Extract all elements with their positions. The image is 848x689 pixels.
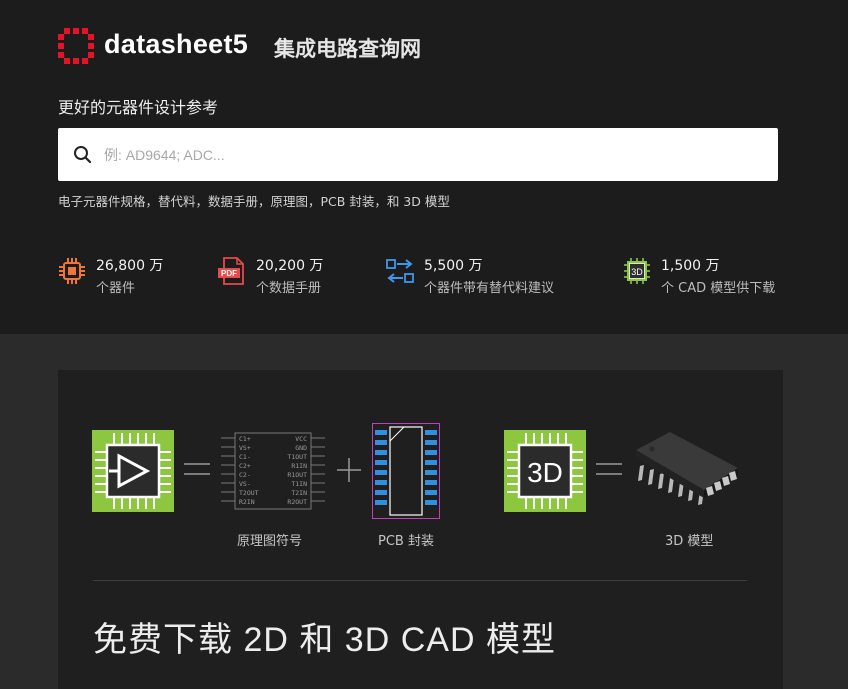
schematic-caption: 原理图符号 bbox=[237, 534, 303, 549]
stat-label: 个器件带有替代料建议 bbox=[424, 281, 555, 296]
stat-number: 1,500 万 bbox=[661, 258, 720, 274]
schematic-symbol-icon: C1+VS+ C1-C2+ C2-VS- T2OUTR2IN VCCGND T1… bbox=[221, 432, 325, 510]
equals-icon bbox=[596, 463, 622, 475]
svg-text:T1OUT: T1OUT bbox=[287, 453, 307, 461]
svg-text:T1IN: T1IN bbox=[291, 480, 307, 488]
pcb-footprint-icon bbox=[372, 423, 440, 519]
stat-label: 个数据手册 bbox=[256, 281, 322, 296]
3d-ic-package-icon bbox=[636, 432, 738, 505]
pcb-caption: PCB 封装 bbox=[378, 534, 434, 549]
swap-icon bbox=[386, 259, 414, 283]
pdf-icon: PDF bbox=[218, 257, 244, 285]
3d-chip-icon: 3D bbox=[504, 430, 586, 512]
section-divider bbox=[93, 580, 747, 581]
stat-alternatives: 5,500 万 个器件带有替代料建议 bbox=[386, 253, 586, 297]
chip-icon bbox=[59, 258, 85, 284]
stat-cad-models: 3D 1,500 万 个 CAD 模型供下载 bbox=[623, 253, 793, 297]
3d-model-caption: 3D 模型 bbox=[665, 534, 714, 549]
svg-text:R1OUT: R1OUT bbox=[287, 471, 307, 479]
search-box[interactable] bbox=[58, 128, 778, 181]
search-icon[interactable] bbox=[72, 144, 94, 166]
svg-text:C1+: C1+ bbox=[239, 435, 251, 443]
svg-text:VS+: VS+ bbox=[239, 444, 251, 452]
stat-number: 5,500 万 bbox=[424, 258, 483, 274]
tagline: 更好的元器件设计参考 bbox=[58, 98, 219, 117]
datasheet5-logo-icon[interactable] bbox=[58, 28, 94, 64]
amplifier-chip-icon bbox=[92, 430, 174, 512]
svg-text:GND: GND bbox=[295, 444, 307, 452]
equals-icon bbox=[184, 463, 210, 475]
svg-text:C1-: C1- bbox=[239, 453, 251, 461]
svg-text:T2OUT: T2OUT bbox=[239, 489, 259, 497]
brand-subtitle: 集成电路查询网 bbox=[274, 37, 421, 61]
search-input[interactable] bbox=[104, 128, 764, 181]
stat-components: 26,800 万 个器件 bbox=[58, 253, 188, 297]
plus-icon bbox=[337, 458, 361, 482]
svg-text:3D: 3D bbox=[527, 457, 563, 488]
svg-text:R2IN: R2IN bbox=[239, 498, 255, 506]
svg-text:T2IN: T2IN bbox=[291, 489, 307, 497]
svg-text:VS-: VS- bbox=[239, 480, 251, 488]
svg-text:R2OUT: R2OUT bbox=[287, 498, 307, 506]
stat-datasheets: PDF 20,200 万 个数据手册 bbox=[218, 253, 358, 297]
stat-label: 个器件 bbox=[96, 281, 136, 296]
stat-number: 26,800 万 bbox=[96, 258, 164, 274]
svg-text:C2-: C2- bbox=[239, 471, 251, 479]
stat-label: 个 CAD 模型供下载 bbox=[661, 281, 776, 296]
brand-name[interactable]: datasheet5 bbox=[104, 29, 248, 60]
svg-text:3D: 3D bbox=[631, 267, 643, 277]
sub-description: 电子元器件规格，替代料，数据手册，原理图，PCB 封装，和 3D 模型 bbox=[58, 194, 450, 209]
svg-text:PDF: PDF bbox=[221, 269, 237, 278]
stat-number: 20,200 万 bbox=[256, 258, 324, 274]
3d-model-icon: 3D bbox=[624, 258, 650, 284]
svg-text:VCC: VCC bbox=[295, 435, 307, 443]
feature-headline: 免费下载 2D 和 3D CAD 模型 bbox=[93, 621, 556, 659]
svg-text:C2+: C2+ bbox=[239, 462, 251, 470]
svg-text:R1IN: R1IN bbox=[291, 462, 307, 470]
